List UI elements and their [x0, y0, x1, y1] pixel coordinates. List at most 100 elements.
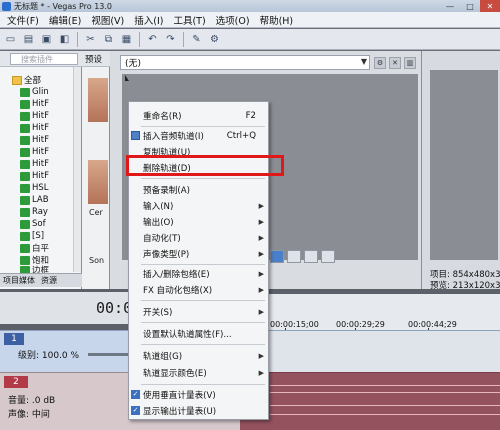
menu-item-label: 重命名(R)	[143, 111, 182, 122]
submenu-arrow-icon: ▶	[258, 351, 264, 360]
tree-item[interactable]: HitF	[20, 146, 49, 158]
audio-waveform	[270, 385, 500, 386]
toolbar-divider	[139, 31, 140, 47]
open-icon[interactable]: ▤	[21, 32, 36, 47]
fx-icon	[20, 195, 30, 205]
tool-icon[interactable]: ⚙	[207, 32, 222, 47]
app-icon	[2, 1, 11, 11]
toolbar-divider	[183, 31, 184, 47]
menu-tools[interactable]: 工具(T)	[168, 13, 210, 27]
folder-icon	[12, 75, 22, 85]
menu-item-track-display-color[interactable]: 轨道显示颜色(E) ▶	[129, 364, 268, 381]
menu-item-label: 插入/删除包络(E)	[143, 269, 210, 280]
render-icon[interactable]: ✎	[189, 32, 204, 47]
tree-item[interactable]: HitF	[20, 110, 49, 122]
menu-item-automation[interactable]: 自动化(T) ▶	[129, 229, 268, 246]
fx-icon	[20, 99, 30, 109]
menu-item-arm-record[interactable]: 预备录制(A)	[129, 181, 268, 198]
minimize-button[interactable]: —	[440, 0, 460, 12]
menu-item-input[interactable]: 输入(N) ▶	[129, 197, 268, 214]
close-button[interactable]: ✕	[480, 0, 500, 12]
menu-file[interactable]: 文件(F)	[2, 13, 44, 27]
fx-icon	[20, 219, 30, 229]
preview-overlay-icon[interactable]	[304, 249, 318, 263]
new-icon[interactable]: ▭	[3, 32, 18, 47]
audio-track-pan: 声像: 中间	[8, 410, 50, 420]
menu-item-switches[interactable]: 开关(S) ▶	[129, 303, 268, 320]
menu-item-output-meters[interactable]: ✓ 显示输出计量表(U)	[129, 402, 268, 419]
menu-edit[interactable]: 编辑(E)	[44, 13, 86, 27]
menu-item-label: 输出(O)	[143, 217, 174, 228]
menu-item-track-group[interactable]: 轨道组(G) ▶	[129, 347, 268, 364]
submenu-arrow-icon: ▶	[258, 285, 264, 294]
plugin-search-input[interactable]: 搜索插件	[10, 53, 78, 65]
tree-item[interactable]: Sof	[20, 218, 46, 230]
tree-item[interactable]: HitF	[20, 158, 49, 170]
menu-item-label: 预备录制(A)	[143, 185, 190, 196]
cut-icon[interactable]: ✂	[83, 32, 98, 47]
menu-options[interactable]: 选项(O)	[211, 13, 255, 27]
preview-grid-icon[interactable]	[287, 249, 301, 263]
paste-icon[interactable]: ▦	[119, 32, 134, 47]
delete-track-highlight	[126, 155, 284, 176]
explorer-tabs: 项目媒体 资源	[0, 273, 82, 287]
chevron-down-icon: ▼	[360, 57, 367, 66]
tree-item[interactable]: LAB	[20, 194, 49, 206]
submenu-arrow-icon: ▶	[258, 368, 264, 377]
menu-view[interactable]: 视图(V)	[86, 13, 129, 27]
menu-insert[interactable]: 插入(I)	[129, 13, 168, 27]
menu-item-label: 轨道组(G)	[143, 351, 183, 362]
menu-help[interactable]: 帮助(H)	[255, 13, 299, 27]
menu-item-insert-remove-envelope[interactable]: 插入/删除包络(E) ▶	[129, 265, 268, 282]
video-level-slider[interactable]	[88, 353, 128, 356]
preset-thumbnail[interactable]	[88, 78, 108, 122]
fx-icon	[20, 147, 30, 157]
tab-resources[interactable]: 资源	[38, 275, 60, 286]
tree-root[interactable]: 全部	[12, 74, 41, 86]
tree-item[interactable]: Glin	[20, 86, 49, 98]
preset-thumbnail[interactable]	[88, 160, 108, 204]
menu-item-fx-automation-envelope[interactable]: FX 自动化包络(X) ▶	[129, 281, 268, 298]
menu-item-vertical-meters[interactable]: ✓ 使用垂直计量表(V)	[129, 386, 268, 403]
preset-label: Son	[89, 256, 105, 265]
preview-settings-icon[interactable]: ⚙	[374, 56, 386, 69]
menu-item-default-track-properties[interactable]: 设置默认轨道属性(F)...	[129, 325, 268, 342]
redo-icon[interactable]: ↷	[163, 32, 178, 47]
tree-item[interactable]: HitF	[20, 98, 49, 110]
undo-icon[interactable]: ↶	[145, 32, 160, 47]
preview-dropdown[interactable]: (无) ▼	[120, 55, 370, 70]
tree-item[interactable]: HitF	[20, 134, 49, 146]
tree-item[interactable]: HSL	[20, 182, 49, 194]
tree-item[interactable]: 白平	[20, 242, 49, 254]
tree-item-label: HitF	[32, 135, 49, 145]
tree-item-label: [S]	[32, 231, 45, 241]
audio-track-lane[interactable]	[240, 372, 500, 430]
tree-root-label: 全部	[24, 76, 42, 86]
audio-waveform	[270, 405, 500, 406]
menu-item-rename[interactable]: 重命名(R) F2	[129, 107, 268, 124]
preview-snapshot-icon[interactable]	[321, 249, 335, 263]
properties-icon[interactable]: ◧	[57, 32, 72, 47]
tab-project-media[interactable]: 项目媒体	[0, 275, 38, 286]
tree-item[interactable]: HitF	[20, 122, 49, 134]
preview-close-icon[interactable]: ✕	[389, 56, 401, 69]
preview-split-icon[interactable]: ▥	[404, 56, 416, 69]
explorer-scrollbar[interactable]	[73, 67, 81, 272]
ruler-label: 00:00:29;29	[336, 320, 385, 329]
tree-item[interactable]: HitF	[20, 170, 49, 182]
tree-item[interactable]: [S]	[20, 230, 44, 242]
copy-icon[interactable]: ⧉	[101, 32, 116, 47]
menu-item-pan-type[interactable]: 声像类型(P) ▶	[129, 245, 268, 262]
save-icon[interactable]: ▣	[39, 32, 54, 47]
menu-item-insert-audio-track[interactable]: 插入音频轨道(I) Ctrl+Q	[129, 127, 268, 144]
tree-item[interactable]: Ray	[20, 206, 48, 218]
tree-item-label: LAB	[32, 195, 49, 205]
submenu-arrow-icon: ▶	[258, 307, 264, 316]
preview-quality-icon[interactable]	[270, 249, 284, 263]
menu-item-output[interactable]: 输出(O) ▶	[129, 213, 268, 230]
menu-item-label: 开关(S)	[143, 307, 173, 318]
video-track-lane[interactable]	[240, 330, 500, 372]
fx-icon	[20, 243, 30, 253]
maximize-button[interactable]: □	[460, 0, 480, 12]
menu-item-shortcut: F2	[245, 110, 256, 121]
